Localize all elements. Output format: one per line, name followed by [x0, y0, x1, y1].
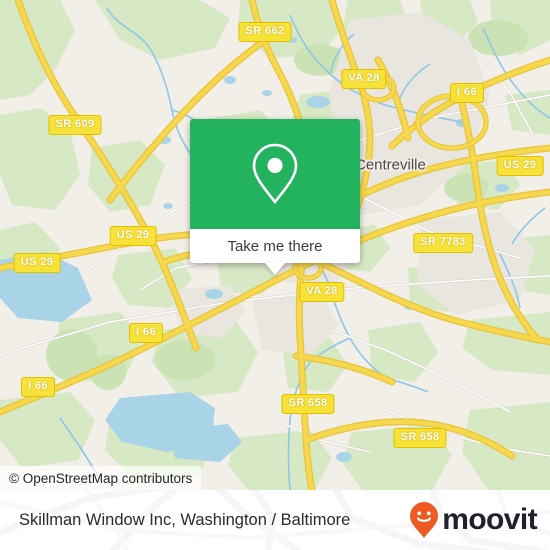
- moovit-logo[interactable]: moovit: [409, 490, 538, 550]
- popup-image-panel: [190, 119, 360, 229]
- popup-action-footer[interactable]: Take me there: [190, 229, 360, 263]
- road-shield-sr-609[interactable]: SR 609: [48, 115, 102, 135]
- place-label-centreville: Centreville: [355, 156, 426, 174]
- moovit-map-screenshot: Centreville SR 662 VA 28 I 66 SR 609 US …: [0, 0, 550, 550]
- road-shield-i-66[interactable]: I 66: [450, 83, 484, 103]
- bottom-info-bar: Skillman Window Inc, Washington / Baltim…: [0, 490, 550, 550]
- take-me-there-label: Take me there: [227, 237, 323, 255]
- attribution-label: © OpenStreetMap contributors: [9, 470, 193, 486]
- location-popup-card[interactable]: Take me there: [190, 119, 360, 275]
- road-shield-va-28[interactable]: VA 28: [341, 69, 387, 89]
- road-shield-sr-7783[interactable]: SR 7783: [413, 233, 473, 253]
- map-attribution[interactable]: © OpenStreetMap contributors: [0, 466, 202, 490]
- road-shield-sr-662[interactable]: SR 662: [238, 22, 292, 42]
- road-shield-us-29[interactable]: US 29: [496, 156, 544, 176]
- popup-pointer-tail: [264, 262, 286, 275]
- road-shield-sr-658[interactable]: SR 658: [393, 428, 447, 448]
- road-shield-i-66[interactable]: I 66: [21, 377, 55, 397]
- road-shield-i-66[interactable]: I 66: [129, 323, 163, 343]
- road-shield-us-29[interactable]: US 29: [109, 226, 157, 246]
- location-title-label: Skillman Window Inc, Washington / Baltim…: [19, 510, 351, 529]
- location-title: Skillman Window Inc, Washington / Baltim…: [19, 490, 350, 550]
- map-pin-icon: [252, 143, 298, 205]
- road-shield-us-29[interactable]: US 29: [13, 253, 61, 273]
- moovit-wordmark: moovit: [442, 503, 537, 536]
- road-shield-va-28[interactable]: VA 28: [299, 282, 345, 302]
- map-canvas[interactable]: Centreville SR 662 VA 28 I 66 SR 609 US …: [0, 0, 550, 490]
- road-shield-sr-658[interactable]: SR 658: [281, 394, 335, 414]
- moovit-pin-smiley-icon: [410, 502, 439, 538]
